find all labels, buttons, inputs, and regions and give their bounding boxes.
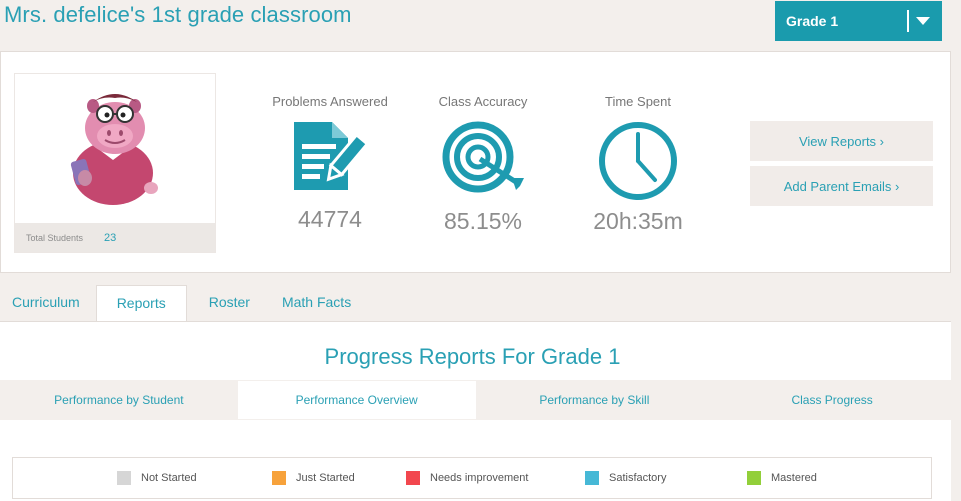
legend-label: Mastered: [771, 472, 817, 484]
stat-value: 44774: [298, 206, 362, 232]
tab-math-facts[interactable]: Math Facts: [270, 285, 363, 322]
reports-panel: Progress Reports For Grade 1 Performance…: [0, 321, 951, 501]
grade-select-value: Grade 1: [786, 13, 839, 29]
stat-value: 20h:35m: [593, 208, 683, 234]
legend-item-not-started: Not Started: [117, 471, 197, 485]
stat-value: 85.15%: [443, 208, 522, 234]
legend-label: Just Started: [296, 472, 355, 484]
legend-swatch: [406, 471, 420, 485]
document-pencil-icon: [294, 122, 370, 190]
status-legend: Not Started Just Started Needs improveme…: [12, 457, 932, 499]
grade-select[interactable]: Grade 1: [775, 1, 942, 41]
legend-item-mastered: Mastered: [747, 471, 817, 485]
class-avatar-box: Total Students 23: [14, 73, 216, 253]
total-students-label: Total Students: [26, 232, 84, 243]
subtab-performance-by-skill[interactable]: Performance by Skill: [476, 380, 714, 420]
tab-reports[interactable]: Reports: [95, 285, 187, 322]
grade-select-divider: [907, 10, 909, 32]
legend-swatch: [117, 471, 131, 485]
page-title: Mrs. defelice's 1st grade classroom: [4, 2, 352, 27]
legend-swatch: [272, 471, 286, 485]
class-summary-card: Total Students 23 Problems Answered 4477…: [0, 51, 951, 273]
total-students-bar: Total Students 23: [15, 223, 215, 252]
main-tabs: Curriculum Reports Roster Math Facts: [0, 285, 363, 322]
add-parent-emails-button[interactable]: Add Parent Emails ›: [750, 166, 933, 206]
clock-icon: [599, 122, 677, 200]
stat-time-spent: Time Spent 20h:35m: [558, 94, 718, 235]
stat-label: Problems Answered: [272, 94, 388, 109]
legend-item-satisfactory: Satisfactory: [585, 471, 666, 485]
chevron-down-icon: [916, 17, 930, 25]
stat-class-accuracy: Class Accuracy 85.15%: [403, 94, 563, 235]
legend-label: Not Started: [141, 472, 197, 484]
subtab-class-progress[interactable]: Class Progress: [713, 380, 951, 420]
legend-label: Needs improvement: [430, 472, 529, 484]
legend-swatch: [585, 471, 599, 485]
stat-label: Time Spent: [605, 94, 671, 109]
stat-problems-answered: Problems Answered 44774: [250, 94, 410, 233]
subtab-performance-by-student[interactable]: Performance by Student: [0, 380, 238, 420]
legend-item-needs-improvement: Needs improvement: [406, 471, 528, 485]
mascot-hippo-icon: [70, 94, 158, 205]
total-students-value: 23: [104, 231, 117, 244]
report-subtabs: Performance by Student Performance Overv…: [0, 380, 951, 420]
tab-roster[interactable]: Roster: [187, 285, 270, 322]
legend-swatch: [747, 471, 761, 485]
stat-label: Class Accuracy: [438, 94, 528, 109]
target-icon: [442, 121, 524, 193]
legend-label: Satisfactory: [609, 472, 667, 484]
view-reports-button[interactable]: View Reports ›: [750, 121, 933, 161]
subtab-performance-overview[interactable]: Performance Overview: [237, 381, 476, 419]
legend-item-just-started: Just Started: [272, 471, 355, 485]
tab-curriculum[interactable]: Curriculum: [0, 285, 92, 322]
reports-title: Progress Reports For Grade 1: [324, 344, 621, 369]
